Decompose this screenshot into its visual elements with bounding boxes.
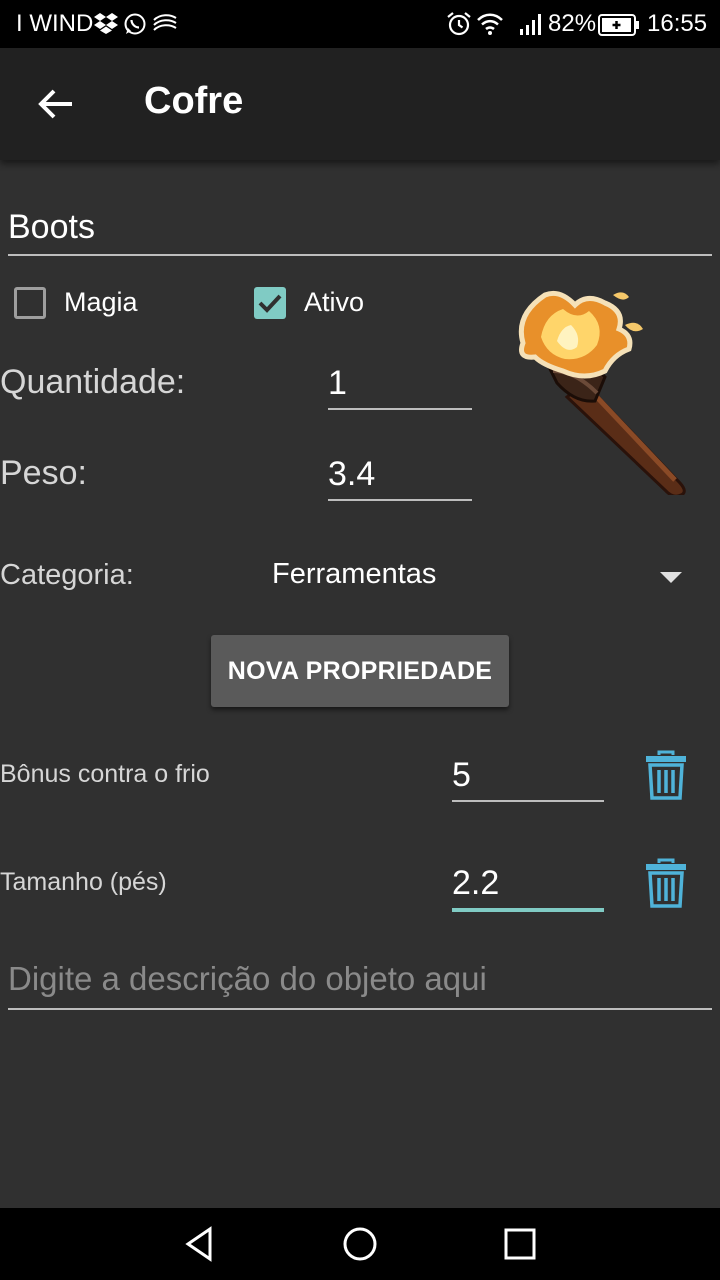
swiftkey-icon: [153, 14, 177, 31]
app-bar: Cofre: [0, 48, 720, 160]
property-value: 2.2: [452, 864, 500, 902]
categoria-selected-value: Ferramentas: [272, 558, 437, 590]
categoria-dropdown[interactable]: Ferramentas: [250, 548, 700, 608]
property-label: Bônus contra o frio: [0, 760, 210, 788]
property-value-input[interactable]: 2.2: [452, 858, 604, 912]
navigation-bar: [0, 1208, 720, 1280]
whatsapp-icon: [124, 13, 146, 35]
delete-property-button[interactable]: [644, 858, 688, 908]
signal-icon: [520, 14, 541, 35]
magia-label: Magia: [64, 287, 138, 317]
nova-propriedade-button[interactable]: NOVA PROPRIEDADE: [211, 635, 509, 707]
item-name-field[interactable]: Boots: [8, 204, 712, 256]
battery-icon: [598, 14, 639, 36]
battery-percent: 82%: [548, 10, 597, 37]
magia-checkbox[interactable]: [14, 287, 46, 319]
quantidade-value: 1: [328, 364, 347, 402]
torch-icon: [518, 290, 686, 498]
property-value: 5: [452, 756, 471, 794]
wifi-icon: [477, 13, 503, 35]
arrow-back-icon: [38, 89, 72, 119]
nav-back-icon[interactable]: [180, 1224, 220, 1264]
page-title: Cofre: [144, 80, 244, 122]
description-placeholder: Digite a descrição do objeto aqui: [8, 960, 487, 997]
clock: 16:55: [647, 10, 708, 37]
alarm-icon: [447, 12, 471, 36]
delete-property-button[interactable]: [644, 750, 688, 800]
description-field[interactable]: Digite a descrição do objeto aqui: [8, 950, 712, 1010]
peso-label: Peso:: [0, 454, 87, 492]
quantidade-input[interactable]: 1: [328, 358, 472, 410]
quantidade-label: Quantidade:: [0, 363, 186, 401]
trash-icon: [646, 858, 686, 908]
status-bar: I WIND 82% 16:55: [0, 0, 720, 48]
trash-icon: [646, 750, 686, 800]
property-value-input[interactable]: 5: [452, 750, 604, 802]
nav-home-icon[interactable]: [340, 1224, 380, 1264]
chevron-down-icon: [660, 572, 682, 583]
item-name-value: Boots: [8, 208, 95, 246]
ativo-checkbox[interactable]: [254, 287, 286, 319]
back-button[interactable]: [28, 76, 84, 132]
peso-value: 3.4: [328, 455, 376, 493]
ativo-label: Ativo: [304, 287, 365, 317]
categoria-label: Categoria:: [0, 559, 134, 591]
property-label: Tamanho (pés): [0, 868, 167, 896]
item-image[interactable]: [505, 285, 700, 498]
dropbox-icon: [94, 13, 118, 34]
nav-recents-icon[interactable]: [500, 1224, 540, 1264]
carrier-label: I WIND: [16, 10, 94, 37]
checkmark-icon: [258, 294, 282, 313]
peso-input[interactable]: 3.4: [328, 449, 472, 501]
